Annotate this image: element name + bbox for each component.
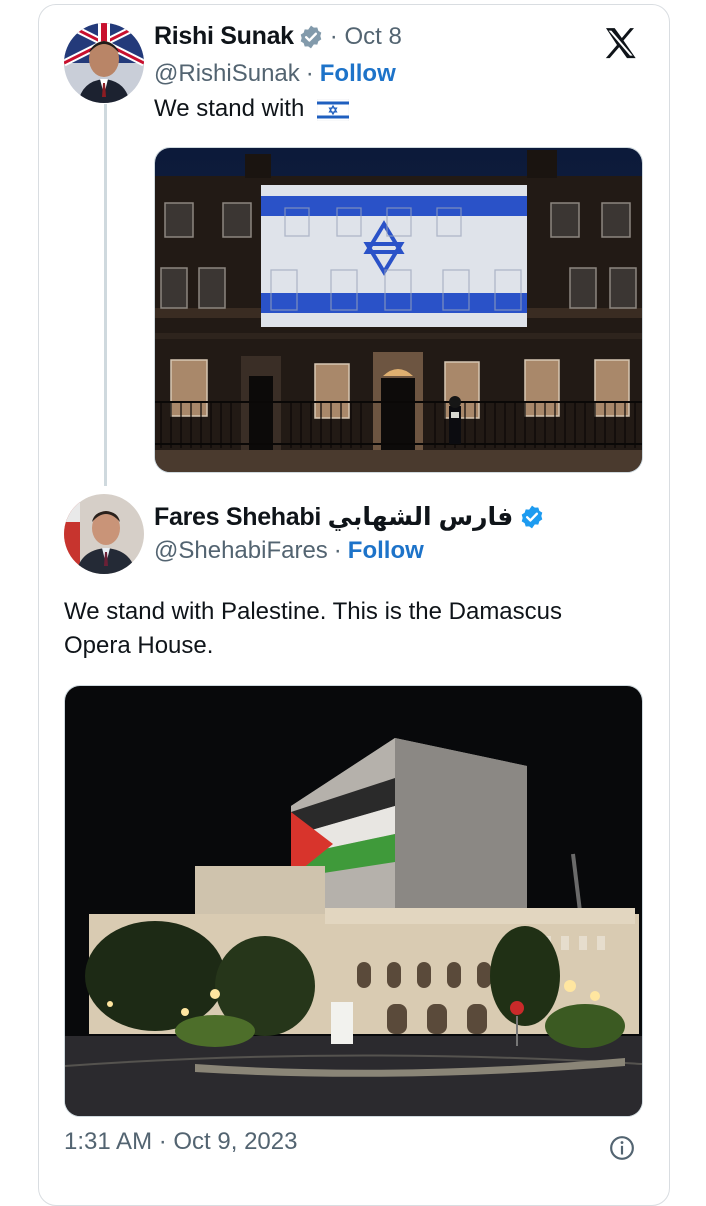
tweet1-header: Rishi Sunak · Oct 8 [154,22,402,51]
verified-badge-icon [521,505,543,529]
tweet-date[interactable]: · Oct 8 [330,23,402,51]
tweet1-handle-row: @RishiSunak · Follow [154,60,396,88]
author-name[interactable]: Fares Shehabi فارس الشهابي [154,502,514,532]
tweet-text-content: We stand with [154,95,305,122]
tweet-text-line: Opera House. [64,632,214,659]
follow-button[interactable]: Follow [348,537,424,565]
thread-connector [104,104,107,486]
tweet2-header: Fares Shehabi فارس الشهابي [154,502,545,532]
avatar-fares[interactable] [64,494,144,574]
tweet1-text: We stand with [154,92,349,126]
tweet2-media-image[interactable] [64,685,643,1117]
tweet-timestamp[interactable]: 1:31 AM · Oct 9, 2023 [64,1128,297,1156]
tweet2-text: We stand with Palestine. This is the Dam… [64,595,644,663]
verified-badge-icon [300,25,322,48]
follow-button[interactable]: Follow [320,60,396,88]
avatar-rishi[interactable] [64,23,144,103]
author-handle[interactable]: @ShehabiFares [154,537,328,565]
israel-flag-emoji [316,98,349,121]
x-logo-icon[interactable] [600,24,642,64]
separator-dot: · [333,537,342,564]
separator-dot: · [305,60,314,87]
tweet1-media-image[interactable] [154,147,643,473]
author-name[interactable]: Rishi Sunak [154,22,294,51]
tweet2-handle-row: @ShehabiFares · Follow [154,537,424,565]
author-handle[interactable]: @RishiSunak [154,60,300,88]
tweet-text-line: We stand with Palestine. This is the Dam… [64,598,562,625]
info-icon[interactable] [609,1135,635,1161]
